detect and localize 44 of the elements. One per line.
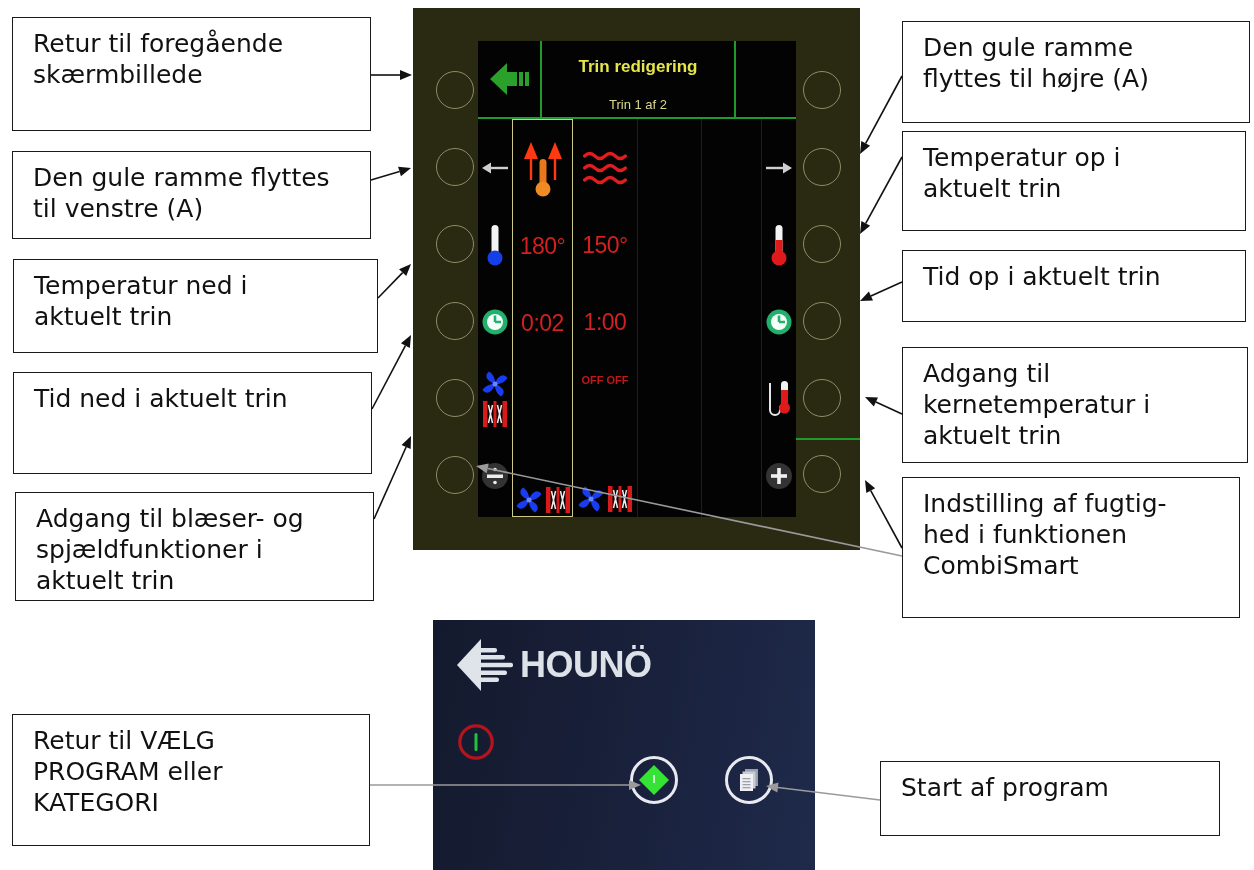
callout: Den gule ramme flyttes til venstre (A) [12,151,371,239]
back-arrow-icon [489,62,529,96]
start-button[interactable] [725,756,773,804]
power-icon[interactable] [458,724,494,760]
clock-icon [766,308,792,335]
step-time: 1:00 [583,308,627,335]
callout: Tid ned i aktuelt trin [13,372,372,474]
callout-arrow [370,166,411,181]
thermometer-icon [487,223,503,266]
step-status: OFF OFF [581,374,629,387]
step-counter: Trin 1 af 2 [608,97,667,113]
callout: Adgang til blæser- og spjældfunktioner i aktuelt trin [15,492,374,601]
callout: Temperatur ned i aktuelt trin [13,259,378,353]
fan-icon [482,370,508,397]
callout-arrow [370,70,412,80]
callout: Den gule ramme flyttes til højre (A) [902,21,1250,123]
step-temperature: 150° [582,231,628,258]
screen-title: Trin redigering [578,57,698,77]
callout: Temperatur op i aktuelt trin [902,131,1246,231]
callout-arrow [865,397,903,415]
callout-arrow [377,264,411,299]
rising-heat-icon [522,140,563,197]
documents-icon [740,769,758,791]
probe-thermometer-icon [767,380,791,417]
callout-arrow [860,281,903,301]
waves-icon [583,149,627,186]
divide-icon [482,462,508,489]
return-button[interactable] [630,756,678,804]
brand-name: HOUNÖ [520,645,652,685]
callout: Retur til VÆLG PROGRAM eller KATEGORI [12,714,370,846]
callout: Tid op i aktuelt trin [902,250,1246,322]
clock-icon [482,308,508,335]
left-arrow-icon [482,161,508,174]
damper-icon [483,400,507,427]
right-arrow-icon [766,161,792,174]
callout: Retur til foregående skærmbillede [12,17,371,131]
callout: Indstilling af fugtig- hed i funktionen CombiSmart [902,477,1240,618]
thermometer-icon [771,223,787,266]
diamond-icon [639,765,669,795]
step-time: 0:02 [521,309,564,336]
callout: Start af program [880,761,1220,836]
plus-icon [766,462,792,489]
step-temperature: 180° [519,232,566,259]
callout: Adgang til kernetemperatur i aktuelt trin [902,347,1248,463]
